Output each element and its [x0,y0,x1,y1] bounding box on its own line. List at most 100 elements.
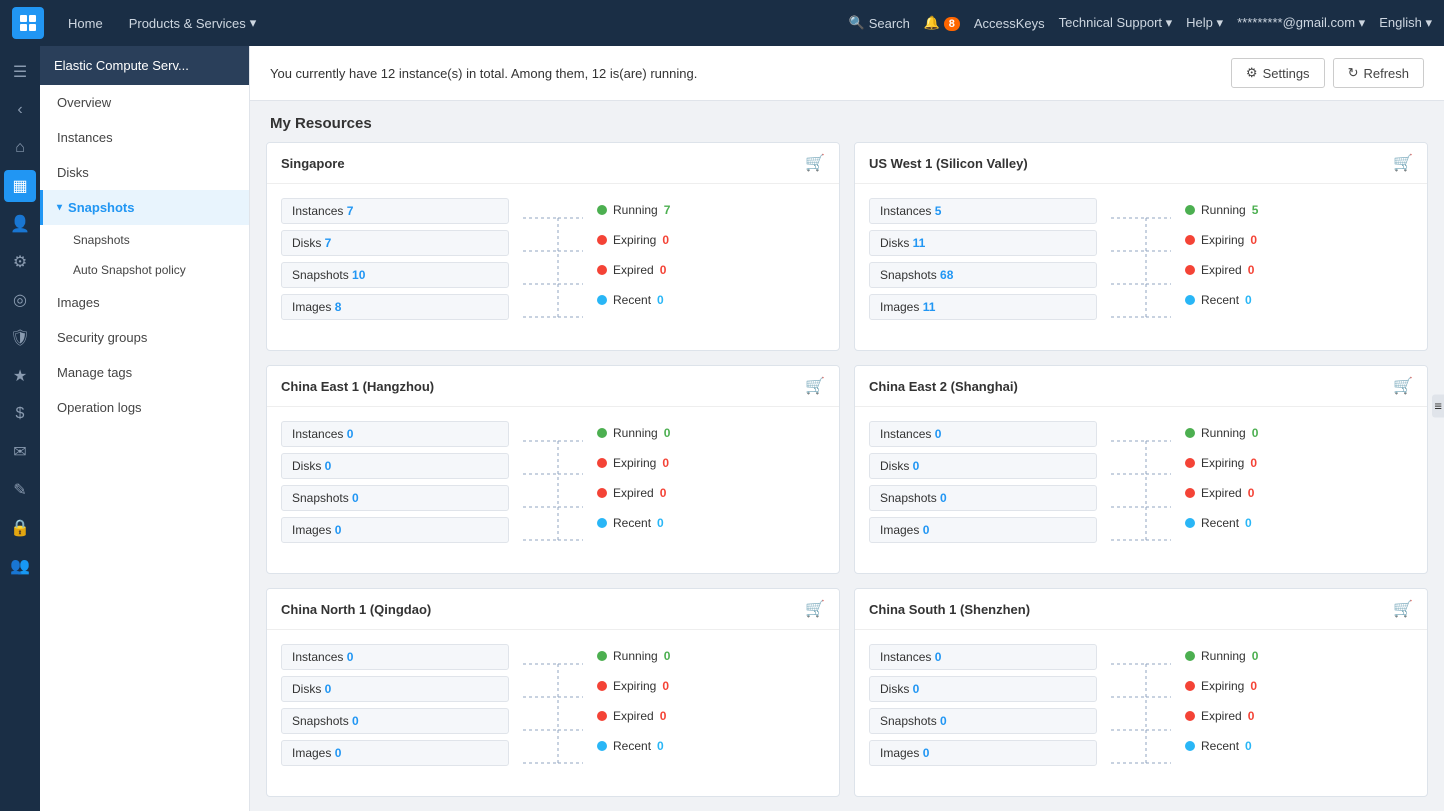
nav-home[interactable]: Home [58,12,113,35]
status-item[interactable]: Expired 0 [597,481,825,505]
status-item[interactable]: Expiring 0 [1185,451,1413,475]
resource-label-item[interactable]: Disks 0 [281,453,509,479]
rail-edit-icon[interactable]: ✎ [4,474,36,506]
access-keys-link[interactable]: AccessKeys [974,16,1045,31]
status-item[interactable]: Recent 0 [597,734,825,758]
status-item[interactable]: Expiring 0 [1185,674,1413,698]
resource-label-item[interactable]: Disks 11 [869,230,1097,256]
user-email[interactable]: *********@gmail.com ▾ [1237,15,1365,31]
status-item[interactable]: Expired 0 [1185,481,1413,505]
rail-dollar-icon[interactable]: $ [4,398,36,430]
resource-label-item[interactable]: Images 11 [869,294,1097,320]
resource-labels: Instances 0 Disks 0 Snapshots 0 Images 0 [281,644,509,782]
resource-label-item[interactable]: Instances 5 [869,198,1097,224]
resource-label-item[interactable]: Images 0 [281,517,509,543]
resource-label-item[interactable]: Images 0 [281,740,509,766]
status-item[interactable]: Expiring 0 [1185,228,1413,252]
status-item[interactable]: Recent 0 [1185,734,1413,758]
resource-label-item[interactable]: Instances 0 [869,421,1097,447]
status-item[interactable]: Running 7 [597,198,825,222]
cart-icon[interactable]: 🛒 [805,599,825,619]
settings-button[interactable]: ⚙ Settings [1231,58,1325,88]
rail-mail-icon[interactable]: ✉ [4,436,36,468]
cart-icon[interactable]: 🛒 [805,153,825,173]
resource-labels: Instances 0 Disks 0 Snapshots 0 Images 0 [869,644,1097,782]
sidebar-item-images[interactable]: Images [40,285,249,320]
status-item[interactable]: Expired 0 [597,704,825,728]
connector-svg [1111,202,1171,332]
resource-label-item[interactable]: Disks 0 [869,453,1097,479]
rail-menu-icon[interactable]: ☰ [4,56,36,88]
status-item[interactable]: Expiring 0 [597,451,825,475]
refresh-button[interactable]: ↻ Refresh [1333,58,1424,88]
resource-label-item[interactable]: Images 0 [869,517,1097,543]
status-label: Expiring [1201,456,1244,470]
rail-lock-icon[interactable]: 🔒 [4,512,36,544]
status-item[interactable]: Expired 0 [1185,704,1413,728]
resource-label-item[interactable]: Snapshots 10 [281,262,509,288]
rail-shield-icon[interactable]: 🛡 [4,322,36,354]
status-items: Running 7 Expiring 0 Expired 0 Recent 0 [597,198,825,336]
resource-label-item[interactable]: Snapshots 0 [869,708,1097,734]
rail-home-icon[interactable]: ⌂ [4,132,36,164]
resource-label-item[interactable]: Images 8 [281,294,509,320]
resource-label-item[interactable]: Snapshots 0 [281,708,509,734]
region-header: China East 1 (Hangzhou) 🛒 [267,366,839,407]
rail-monitor-icon[interactable]: ◎ [4,284,36,316]
resource-label-item[interactable]: Disks 7 [281,230,509,256]
resource-label-item[interactable]: Instances 0 [281,644,509,670]
rail-servers-icon[interactable]: ▦ [4,170,36,202]
cart-icon[interactable]: 🛒 [1393,599,1413,619]
rail-star-icon[interactable]: ★ [4,360,36,392]
rail-back-icon[interactable]: ‹ [4,94,36,126]
status-label: Expired [613,486,654,500]
sidebar-item-security-groups[interactable]: Security groups [40,320,249,355]
status-item[interactable]: Running 0 [597,644,825,668]
status-item[interactable]: Recent 0 [1185,511,1413,535]
status-item[interactable]: Running 5 [1185,198,1413,222]
resource-label-item[interactable]: Images 0 [869,740,1097,766]
cart-icon[interactable]: 🛒 [805,376,825,396]
help-link[interactable]: Help ▾ [1186,15,1223,31]
resource-label-item[interactable]: Instances 7 [281,198,509,224]
resource-label-item[interactable]: Instances 0 [281,421,509,447]
sidebar-item-snapshots[interactable]: ▾ Snapshots [40,190,249,225]
notifications-button[interactable]: 🔔 8 [924,15,960,31]
sidebar-item-manage-tags[interactable]: Manage tags [40,355,249,390]
resource-label-item[interactable]: Disks 0 [281,676,509,702]
rail-settings-icon[interactable]: ⚙ [4,246,36,278]
nav-products[interactable]: Products & Services ▾ [119,11,267,35]
sidebar-item-instances[interactable]: Instances [40,120,249,155]
status-item[interactable]: Running 0 [1185,644,1413,668]
sidebar-item-snapshots-sub[interactable]: Snapshots [60,225,249,255]
sidebar-item-disks[interactable]: Disks [40,155,249,190]
status-item[interactable]: Recent 0 [597,288,825,312]
sidebar-item-auto-snapshot[interactable]: Auto Snapshot policy [60,255,249,285]
logo-icon[interactable] [12,7,44,39]
rail-users-icon[interactable]: 👤 [4,208,36,240]
resource-label-item[interactable]: Snapshots 0 [869,485,1097,511]
status-item[interactable]: Expired 0 [1185,258,1413,282]
status-item[interactable]: Running 0 [597,421,825,445]
status-item[interactable]: Expired 0 [597,258,825,282]
status-item[interactable]: Running 0 [1185,421,1413,445]
search-icon: 🔍 [849,15,865,31]
status-item[interactable]: Expiring 0 [597,674,825,698]
status-dot [597,651,607,661]
status-item[interactable]: Recent 0 [597,511,825,535]
cart-icon[interactable]: 🛒 [1393,153,1413,173]
status-item[interactable]: Expiring 0 [597,228,825,252]
language-selector[interactable]: English ▾ [1379,15,1432,31]
resource-label-item[interactable]: Disks 0 [869,676,1097,702]
sidebar-item-overview[interactable]: Overview [40,85,249,120]
status-item[interactable]: Recent 0 [1185,288,1413,312]
status-count: 0 [662,456,669,470]
technical-support-link[interactable]: Technical Support ▾ [1059,15,1173,31]
resource-label-item[interactable]: Snapshots 68 [869,262,1097,288]
search-button[interactable]: 🔍 Search [849,15,910,31]
cart-icon[interactable]: 🛒 [1393,376,1413,396]
resource-label-item[interactable]: Snapshots 0 [281,485,509,511]
rail-person-icon[interactable]: 👥 [4,550,36,582]
resource-label-item[interactable]: Instances 0 [869,644,1097,670]
sidebar-item-operation-logs[interactable]: Operation logs [40,390,249,425]
